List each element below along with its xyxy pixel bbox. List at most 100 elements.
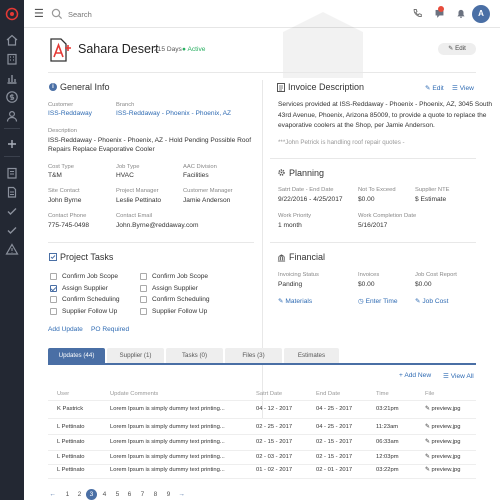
cell-user: L Pettinato — [57, 439, 85, 445]
enter-time-label: Enter Time — [365, 298, 398, 305]
clock-icon: ◷ — [358, 298, 364, 305]
search-icon — [51, 8, 63, 20]
check-icon[interactable] — [5, 204, 19, 218]
customer-label: Customer — [48, 102, 74, 108]
prev-page-arrow[interactable]: ← — [47, 489, 58, 500]
tab-supplier[interactable]: Supplier (1) — [107, 348, 164, 363]
document-icon[interactable] — [5, 185, 19, 199]
avatar[interactable]: A — [472, 5, 490, 23]
task-label: Assign Supplier — [152, 285, 198, 292]
description-line-2: Repairs Replace Evaporative Cooler — [48, 146, 155, 153]
page-link[interactable]: 7 — [137, 489, 148, 500]
page-link-active[interactable]: 3 — [86, 489, 97, 500]
invoice-edit-link[interactable]: ✎ Edit — [425, 84, 444, 92]
building-icon[interactable] — [5, 52, 19, 66]
customer-link[interactable]: ISS-Reddaway — [48, 110, 92, 117]
cell-start-date: 02 - 15 - 2017 — [256, 439, 293, 445]
cell-comment: Lorem Ipsum is simply dummy text printin… — [110, 406, 225, 412]
task-checkbox[interactable] — [50, 296, 57, 303]
home-icon[interactable] — [5, 33, 19, 47]
list-icon: ☰ — [443, 373, 449, 380]
invoice-divider — [270, 158, 476, 159]
tab-tasks[interactable]: Tasks (0) — [166, 348, 223, 363]
file-name: preview.jpg — [431, 467, 461, 473]
cell-file[interactable]: ✎ preview.jpg — [425, 406, 461, 412]
contact-email-value: John.Byrne@reddaway.com — [116, 222, 199, 229]
plus-icon[interactable] — [5, 137, 19, 151]
materials-link[interactable]: ✎ Materials — [278, 297, 312, 305]
cell-end-date: 02 - 15 - 2017 — [316, 454, 353, 460]
user-icon[interactable] — [5, 109, 19, 123]
task-checkbox[interactable] — [140, 273, 147, 280]
general-info-divider — [48, 242, 254, 243]
cell-end-date: 02 - 01 - 2017 — [316, 467, 353, 473]
next-page-arrow[interactable]: → — [176, 489, 187, 500]
column-divider — [262, 80, 263, 418]
cell-start-date: 02 - 25 - 2017 — [256, 424, 293, 430]
row-divider — [48, 450, 476, 451]
edit-button[interactable]: ✎ Edit — [438, 43, 476, 55]
contact-email-label: Contact Email — [116, 213, 153, 219]
not-to-exceed-label: Not To Exceed — [358, 187, 396, 193]
page-link[interactable]: 5 — [112, 489, 123, 500]
attachment-icon: ✎ — [425, 424, 430, 430]
task-checkbox-checked[interactable] — [50, 285, 57, 292]
project-tasks-title: Project Tasks — [60, 252, 114, 262]
list-icon[interactable] — [5, 166, 19, 180]
cell-user: L Pettinato — [57, 454, 85, 460]
sidebar — [0, 0, 24, 500]
dollar-icon[interactable] — [5, 90, 19, 104]
search-input[interactable] — [68, 7, 218, 21]
job-cost-link[interactable]: ✎ Job Cost — [415, 297, 448, 305]
po-required-link[interactable]: PO Required — [91, 326, 129, 333]
invoice-line-1: Services provided at ISS-Reddaway - Phoe… — [278, 101, 493, 108]
work-completion-value: 5/16/2017 — [358, 222, 388, 229]
page-link[interactable]: 9 — [163, 489, 174, 500]
task-checkbox[interactable] — [50, 273, 57, 280]
tab-estimates[interactable]: Estimates — [284, 348, 339, 363]
invoice-view-link[interactable]: ☰ View — [452, 84, 474, 92]
cell-time: 11:23am — [376, 424, 399, 430]
cell-end-date: 04 - 25 - 2017 — [316, 424, 353, 430]
add-new-link[interactable]: + Add New — [399, 372, 431, 379]
menu-icon[interactable]: ☰ — [34, 8, 44, 20]
task-label: Assign Supplier — [62, 285, 108, 292]
task-checkbox[interactable] — [50, 308, 57, 315]
tabs-bar: Updates (44) Supplier (1) Tasks (0) File… — [48, 348, 476, 365]
cell-file[interactable]: ✎ preview.jpg — [425, 424, 461, 430]
site-contact-label: Site Contact — [48, 188, 80, 194]
phone-icon[interactable] — [412, 8, 422, 18]
page-link[interactable]: 1 — [62, 489, 73, 500]
cell-file[interactable]: ✎ preview.jpg — [425, 439, 461, 445]
branch-link[interactable]: ISS-Reddaway - Phoenix - Phoenix, AZ — [116, 110, 231, 117]
cell-user: L Pettinato — [57, 467, 85, 473]
warning-icon[interactable] — [5, 242, 19, 256]
page-link[interactable]: 4 — [99, 489, 110, 500]
cell-end-date: 02 - 15 - 2017 — [316, 439, 353, 445]
bell-icon[interactable] — [456, 8, 466, 19]
page-link[interactable]: 8 — [150, 489, 161, 500]
task-checkbox[interactable] — [140, 285, 147, 292]
cell-file[interactable]: ✎ preview.jpg — [425, 454, 461, 460]
planning-title: Planning — [289, 168, 325, 178]
chart-icon[interactable] — [5, 71, 19, 85]
task-checkbox[interactable] — [140, 308, 147, 315]
invoicing-status-value: Panding — [278, 281, 303, 288]
aac-division-label: AAC Division — [183, 164, 217, 170]
task-checkbox[interactable] — [140, 296, 147, 303]
tab-files[interactable]: Files (3) — [225, 348, 282, 363]
header-divider — [48, 72, 476, 73]
materials-icon: ✎ — [278, 298, 284, 305]
cell-file[interactable]: ✎ preview.jpg — [425, 467, 461, 473]
page-link[interactable]: 2 — [74, 489, 85, 500]
check-icon[interactable] — [5, 223, 19, 237]
page-link[interactable]: 6 — [124, 489, 135, 500]
table-header-divider — [48, 400, 476, 401]
target-logo-icon[interactable] — [5, 7, 19, 21]
description-line-1: ISS-Reddaway - Phoenix - Phoenix, AZ - H… — [48, 137, 252, 144]
add-update-link[interactable]: Add Update — [48, 326, 83, 333]
enter-time-link[interactable]: ◷ Enter Time — [358, 297, 398, 305]
tab-updates[interactable]: Updates (44) — [48, 348, 105, 363]
view-all-link[interactable]: ☰ View All — [443, 372, 474, 380]
not-to-exceed-value: $0.00 — [358, 196, 375, 203]
